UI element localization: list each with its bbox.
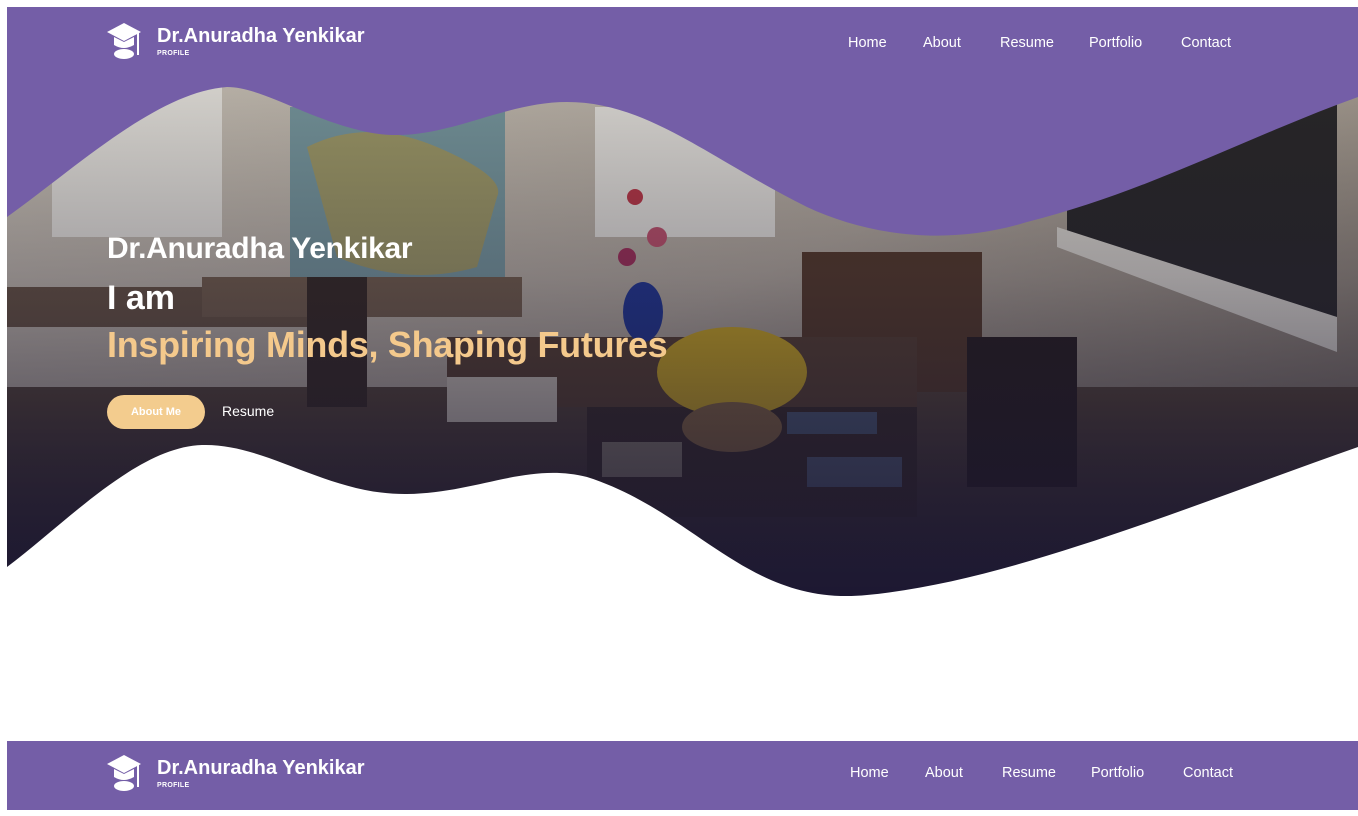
sticky-nav-about[interactable]: About bbox=[925, 765, 963, 781]
sticky-nav-menu: Home About Resume Portfolio Contact bbox=[7, 741, 1358, 816]
hero-background bbox=[7, 7, 1358, 607]
top-navbar: Dr.Anuradha Yenkikar PROFILE Home About … bbox=[7, 7, 1358, 82]
nav-home[interactable]: Home bbox=[848, 35, 887, 51]
top-margin bbox=[0, 0, 1358, 7]
hero-tagline: Inspiring Minds, Shaping Futures bbox=[107, 324, 668, 365]
sticky-nav-portfolio[interactable]: Portfolio bbox=[1091, 765, 1144, 781]
nav-portfolio[interactable]: Portfolio bbox=[1089, 35, 1142, 51]
resume-link[interactable]: Resume bbox=[222, 403, 274, 419]
sticky-navbar: Dr.Anuradha Yenkikar PROFILE Home About … bbox=[7, 741, 1358, 810]
nav-about[interactable]: About bbox=[923, 35, 961, 51]
nav-menu: Home About Resume Portfolio Contact bbox=[7, 7, 1358, 82]
nav-resume[interactable]: Resume bbox=[1000, 35, 1054, 51]
hero-name: Dr.Anuradha Yenkikar bbox=[107, 232, 413, 265]
left-margin bbox=[0, 0, 7, 607]
hero-intro: I am bbox=[107, 279, 176, 317]
hero-section: Dr.Anuradha Yenkikar I am Inspiring Mind… bbox=[7, 7, 1358, 607]
sticky-nav-contact[interactable]: Contact bbox=[1183, 765, 1233, 781]
sticky-nav-home[interactable]: Home bbox=[850, 765, 889, 781]
nav-contact[interactable]: Contact bbox=[1181, 35, 1231, 51]
sticky-nav-resume[interactable]: Resume bbox=[1002, 765, 1056, 781]
about-me-button[interactable]: About Me bbox=[107, 395, 205, 429]
